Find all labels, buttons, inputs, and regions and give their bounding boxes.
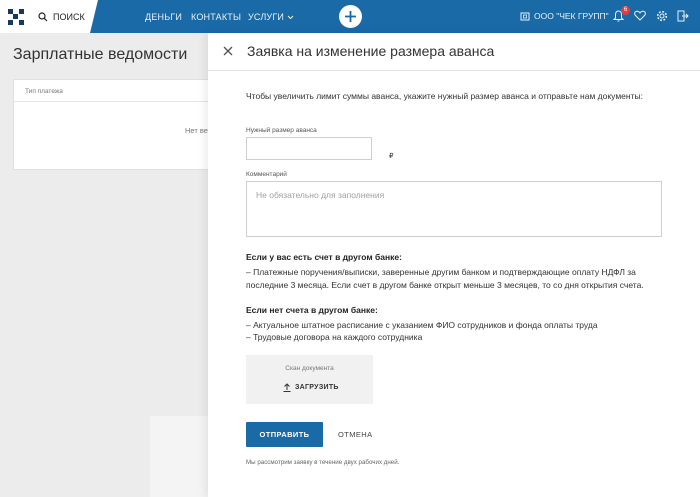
upload-icon (283, 383, 291, 392)
drawer-title: Заявка на изменение размера аванса (247, 43, 495, 59)
cancel-button[interactable]: ОТМЕНА (338, 430, 372, 439)
close-icon[interactable] (222, 45, 234, 57)
create-button[interactable] (339, 5, 362, 28)
payroll-table: Тип платежа Нет ве (13, 79, 223, 170)
logout-icon[interactable] (677, 10, 689, 22)
chevron-down-icon (287, 15, 294, 19)
nav-link-services[interactable]: УСЛУГИ (248, 12, 294, 22)
heart-icon[interactable] (634, 10, 646, 21)
no-account-heading: Если нет счета в другом банке: (246, 305, 378, 315)
table-header-payment-type: Тип платежа (14, 80, 222, 102)
search-button[interactable]: ПОИСК (32, 0, 90, 33)
no-account-line-2: – Трудовые договора на каждого сотрудник… (246, 332, 423, 342)
gear-icon[interactable] (656, 10, 668, 22)
review-footnote: Мы рассмотрим заявку в течение двух рабо… (246, 459, 400, 466)
search-label: ПОИСК (53, 11, 85, 22)
company-selector[interactable]: ООО "ЧЕК ГРУПП" (520, 11, 609, 21)
other-bank-text: – Платежные поручения/выписки, заверенны… (246, 267, 644, 290)
nav-link-contacts[interactable]: КОНТАКТЫ (191, 12, 241, 22)
submit-button[interactable]: ОТПРАВИТЬ (246, 422, 323, 447)
advance-change-drawer: Заявка на изменение размера аванса Чтобы… (208, 33, 700, 497)
plus-icon (345, 11, 356, 22)
intro-text: Чтобы увеличить лимит суммы аванса, укаж… (246, 91, 643, 101)
drawer-header: Заявка на изменение размера аванса (208, 33, 700, 71)
upload-button[interactable]: ЗАГРУЗИТЬ (283, 383, 339, 392)
table-empty-text: Нет ве (185, 126, 208, 135)
logo-icon (8, 8, 24, 25)
top-navigation-bar: ПОИСК ДЕНЬГИ КОНТАКТЫ УСЛУГИ ООО "ЧЕК ГР… (0, 0, 700, 33)
upload-label: Скан документа (285, 365, 334, 372)
logo[interactable] (0, 0, 32, 33)
comment-label: Комментарий (246, 171, 287, 178)
amount-label: Нужный размер аванса (246, 127, 317, 134)
comment-input[interactable]: Не обязательно для заполнения (246, 181, 662, 237)
upload-button-label: ЗАГРУЗИТЬ (295, 384, 339, 391)
page-title: Зарплатные ведомости (13, 46, 188, 63)
notification-badge: 6 (621, 6, 630, 15)
other-bank-heading: Если у вас есть счет в другом банке: (246, 252, 402, 262)
search-tab-edge (90, 0, 98, 33)
upload-dropzone[interactable]: Скан документа ЗАГРУЗИТЬ (246, 355, 373, 404)
amount-input[interactable] (246, 137, 372, 160)
comment-placeholder: Не обязательно для заполнения (256, 190, 385, 200)
currency-symbol: ₽ (389, 153, 394, 160)
nav-link-services-label: УСЛУГИ (248, 12, 285, 22)
company-name: ООО "ЧЕК ГРУПП" (534, 11, 609, 21)
building-icon (520, 12, 530, 21)
background-panel (150, 416, 210, 497)
no-account-line-1: – Актуальное штатное расписание с указан… (246, 320, 598, 330)
nav-link-money[interactable]: ДЕНЬГИ (145, 12, 182, 22)
search-icon (38, 11, 48, 21)
